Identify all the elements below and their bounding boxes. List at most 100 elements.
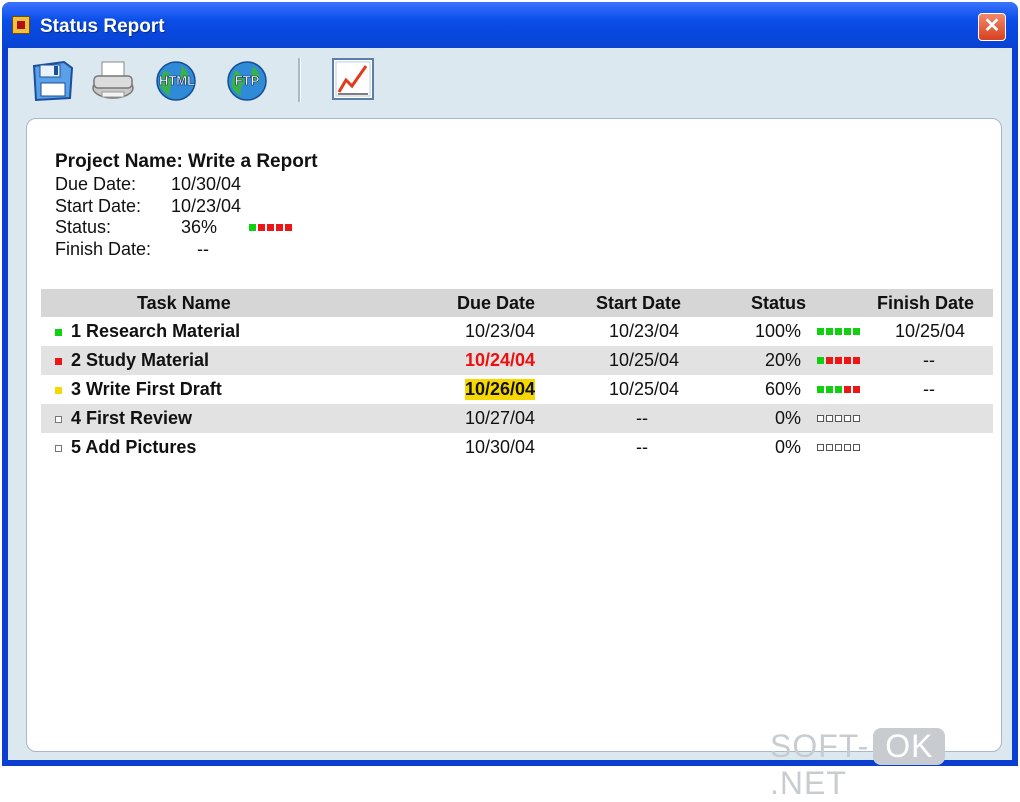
task-name: 2 Study Material xyxy=(71,350,210,370)
progress-segment xyxy=(276,224,283,231)
task-progress-bar xyxy=(817,444,860,451)
task-status-percent: 0% xyxy=(774,437,801,457)
progress-segment xyxy=(844,415,851,422)
task-start-date: -- xyxy=(636,437,648,457)
table-row[interactable]: 4 First Review 10/27/04 -- 0% xyxy=(41,404,993,433)
title-bar[interactable]: Status Report ✕ xyxy=(2,2,1018,48)
save-button[interactable] xyxy=(26,56,76,106)
html-icon-label: HTML xyxy=(159,73,195,88)
report-panel: Project Name: Write a Report Due Date: 1… xyxy=(26,118,1002,752)
project-summary: Project Name: Write a Report Due Date: 1… xyxy=(55,151,318,260)
window-title: Status Report xyxy=(40,16,165,37)
watermark-ok: OK xyxy=(873,728,946,765)
task-finish-date: 10/25/04 xyxy=(895,321,966,341)
progress-segment xyxy=(258,224,265,231)
html-export-button[interactable]: HTML xyxy=(150,56,200,106)
progress-segment xyxy=(853,328,860,335)
task-name: 1 Research Material xyxy=(71,321,241,341)
task-status-percent: 0% xyxy=(774,408,801,428)
progress-segment xyxy=(844,444,851,451)
watermark-left: SOFT- xyxy=(770,728,870,764)
header-start-date[interactable]: Start Date xyxy=(596,293,681,314)
progress-segment xyxy=(835,357,842,364)
toolbar: HTML FTP xyxy=(8,48,1012,114)
ftp-button[interactable]: FTP xyxy=(222,56,272,106)
project-due-row: Due Date: 10/30/04 xyxy=(55,174,318,196)
header-due-date[interactable]: Due Date xyxy=(457,293,535,314)
task-start-date: -- xyxy=(636,408,648,428)
task-due-date: 10/27/04 xyxy=(465,408,536,428)
project-status-row: Status: 36% xyxy=(55,217,318,239)
progress-segment xyxy=(249,224,256,231)
toolbar-separator xyxy=(298,58,301,102)
progress-segment xyxy=(844,328,851,335)
progress-segment xyxy=(853,386,860,393)
globe-icon: HTML xyxy=(156,61,196,101)
client-area: HTML FTP Project Name: Write a Report Du… xyxy=(8,48,1012,760)
progress-segment xyxy=(826,357,833,364)
task-progress-bar xyxy=(817,357,860,364)
task-due-date: 10/23/04 xyxy=(465,321,536,341)
globe-icon: FTP xyxy=(227,61,267,101)
progress-segment xyxy=(853,415,860,422)
table-row[interactable]: 3 Write First Draft 10/26/04 10/25/04 60% -- xyxy=(41,375,993,404)
task-name: 5 Add Pictures xyxy=(71,437,197,457)
header-status[interactable]: Status xyxy=(751,293,806,314)
status-bullet-icon xyxy=(55,416,62,423)
task-status-percent: 100% xyxy=(754,321,801,341)
task-progress-bar xyxy=(817,415,860,422)
table-row[interactable]: 2 Study Material 10/24/04 10/25/04 20% -- xyxy=(41,346,993,375)
task-progress-bar xyxy=(817,386,860,393)
task-start-date: 10/23/04 xyxy=(609,321,680,341)
table-body: 1 Research Material 10/23/04 10/23/04 100% 1… xyxy=(41,317,993,462)
task-due-date: 10/30/04 xyxy=(465,437,536,457)
task-status-percent: 60% xyxy=(764,379,801,399)
project-start-row: Start Date: 10/23/04 xyxy=(55,196,318,218)
status-bullet-icon xyxy=(55,445,62,452)
progress-segment xyxy=(817,444,824,451)
task-table: Task Name Due Date Start Date Status Fin… xyxy=(41,289,993,462)
progress-segment xyxy=(835,444,842,451)
progress-segment xyxy=(853,444,860,451)
header-finish-date[interactable]: Finish Date xyxy=(877,293,974,314)
progress-segment xyxy=(817,328,824,335)
progress-segment xyxy=(285,224,292,231)
task-name: 4 First Review xyxy=(71,408,193,428)
progress-segment xyxy=(267,224,274,231)
ftp-icon-label: FTP xyxy=(235,73,260,88)
header-task-name[interactable]: Task Name xyxy=(137,293,231,314)
status-bullet-icon xyxy=(55,358,62,365)
project-progress-bar xyxy=(249,224,292,231)
project-finish-row: Finish Date: -- xyxy=(55,239,318,261)
status-label: Status: xyxy=(55,217,112,237)
progress-segment xyxy=(817,357,824,364)
app-icon xyxy=(12,16,30,34)
task-progress-bar xyxy=(817,328,860,335)
task-finish-date: -- xyxy=(923,379,935,399)
status-bullet-icon xyxy=(55,387,62,394)
line-chart-icon xyxy=(332,58,374,100)
status-value: 36% xyxy=(181,217,218,237)
progress-segment xyxy=(835,415,842,422)
progress-segment xyxy=(835,386,842,393)
progress-segment xyxy=(817,415,824,422)
watermark: SOFT- OK .NET xyxy=(770,728,1020,802)
progress-segment xyxy=(817,386,824,393)
start-date-value: 10/23/04 xyxy=(171,195,242,216)
print-button[interactable] xyxy=(88,56,138,106)
chart-button[interactable] xyxy=(330,56,380,106)
task-name: 3 Write First Draft xyxy=(71,379,222,399)
table-row[interactable]: 5 Add Pictures 10/30/04 -- 0% xyxy=(41,433,993,462)
project-name: Project Name: Write a Report xyxy=(55,151,318,172)
start-date-label: Start Date: xyxy=(55,195,142,216)
progress-segment xyxy=(844,386,851,393)
table-row[interactable]: 1 Research Material 10/23/04 10/23/04 100% 1… xyxy=(41,317,993,346)
progress-segment xyxy=(853,357,860,364)
table-header: Task Name Due Date Start Date Status Fin… xyxy=(41,289,993,317)
watermark-right: .NET xyxy=(770,765,847,801)
close-button[interactable]: ✕ xyxy=(978,13,1006,41)
progress-segment xyxy=(826,444,833,451)
due-date-label: Due Date: xyxy=(55,174,137,194)
task-status-percent: 20% xyxy=(764,350,801,370)
finish-date-label: Finish Date: xyxy=(55,238,152,259)
